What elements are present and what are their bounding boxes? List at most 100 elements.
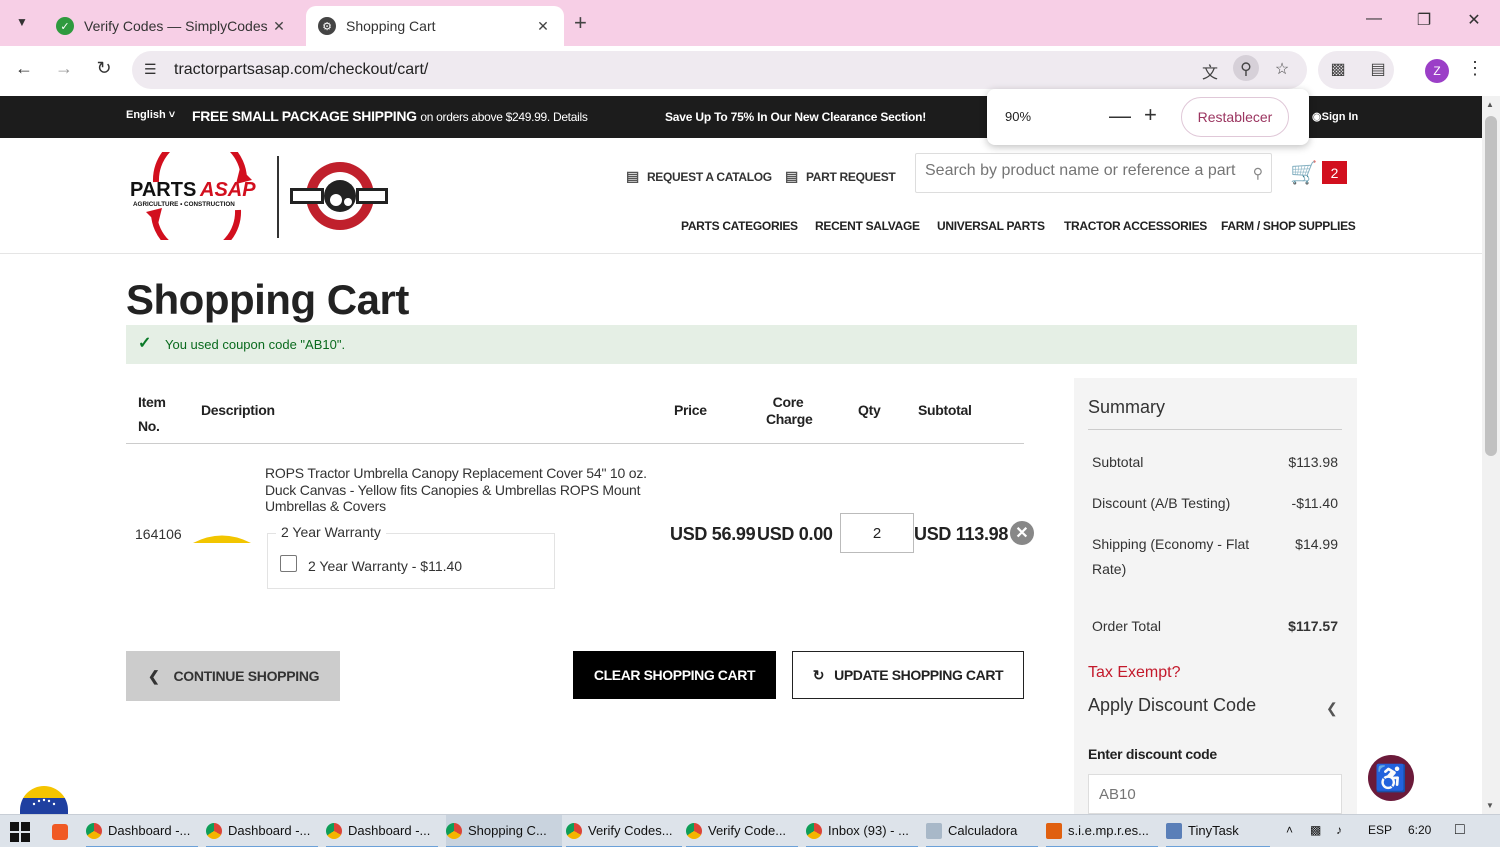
zoom-value: 90% [1005, 109, 1032, 124]
chrome-icon [686, 822, 702, 839]
coupon-success-message: ✓ You used coupon code "AB10". [126, 325, 1357, 364]
site-settings-icon[interactable]: ☰ [144, 61, 157, 78]
col-header-description: Description [201, 402, 275, 418]
nav-universal-parts[interactable]: UNIVERSAL PARTS [937, 219, 1045, 233]
catalog-icon: ▤ [626, 168, 639, 184]
scroll-up-icon[interactable]: ▲ [1486, 100, 1494, 109]
clear-cart-button[interactable]: CLEAR SHOPPING CART [573, 651, 776, 699]
bookmark-star-icon[interactable]: ☆ [1271, 59, 1293, 79]
sign-in-link[interactable]: ◉Sign In [1312, 110, 1358, 123]
part-request-link[interactable]: ▤ PART REQUEST [785, 168, 896, 185]
clock[interactable]: 6:20 [1408, 823, 1431, 837]
summary-shipping-label: Shipping (Economy - Flat Rate) [1092, 536, 1250, 577]
windows-start-icon[interactable] [10, 815, 30, 847]
site-header: PARTS ASAP AGRICULTURE • CONSTRUCTION ▤ R… [0, 138, 1482, 254]
page-scrollbar[interactable]: ▲ ▼ [1482, 96, 1500, 814]
refresh-icon: ↻ [812, 666, 825, 683]
tray-chevron-up-icon[interactable]: ˄ [1286, 823, 1293, 837]
apply-discount-toggle[interactable]: Apply Discount Code [1088, 695, 1256, 716]
logo-divider [277, 156, 279, 238]
clearance-promo[interactable]: Save Up To 75% In Our New Clearance Sect… [665, 110, 926, 124]
all-states-ag-parts-logo[interactable] [288, 158, 390, 234]
taskbar-item-siemp[interactable]: s.i.e.mp.r.es... [1046, 815, 1158, 847]
close-window-icon[interactable]: ✕ [1462, 10, 1486, 30]
minimize-icon[interactable]: — [1362, 10, 1386, 28]
tax-exempt-link[interactable]: Tax Exempt? [1088, 664, 1180, 682]
summary-order-total-value: $117.57 [1288, 618, 1338, 634]
browser-menu-icon[interactable]: ⋮ [1466, 58, 1484, 79]
network-icon[interactable]: ▩ [1310, 823, 1321, 837]
discount-code-input[interactable] [1088, 774, 1342, 814]
search-icon[interactable]: ⚲ [1253, 165, 1263, 182]
cart-icon[interactable]: 🛒 [1290, 160, 1317, 186]
reload-icon[interactable]: ↻ [92, 58, 116, 79]
nav-recent-salvage[interactable]: RECENT SALVAGE [815, 219, 920, 233]
tab-shopping-cart[interactable]: ⚙ Shopping Cart ✕ [306, 6, 564, 46]
brave-browser-icon[interactable] [52, 815, 74, 847]
chevron-left-icon[interactable]: ❮ [1326, 700, 1338, 717]
volume-icon[interactable]: ♪ [1336, 823, 1342, 837]
nav-parts-categories[interactable]: PARTS CATEGORIES [681, 219, 798, 233]
calculator-icon [926, 822, 942, 839]
chevron-down-icon: ▼ [16, 15, 28, 29]
col-header-qty: Qty [858, 402, 881, 418]
profile-avatar[interactable]: Z [1425, 59, 1449, 83]
taskbar-item-inbox[interactable]: Inbox (93) - ... [806, 815, 918, 847]
warranty-option-label[interactable]: 2 Year Warranty - $11.40 [308, 558, 462, 574]
scroll-down-icon[interactable]: ▼ [1486, 801, 1494, 810]
update-cart-button[interactable]: ↻ UPDATE SHOPPING CART [792, 651, 1024, 699]
chevron-left-icon: ❮ [148, 667, 160, 684]
user-icon: ◉ [1312, 111, 1322, 123]
restore-icon[interactable]: ❐ [1412, 10, 1436, 30]
forward-arrow-icon[interactable]: → [52, 58, 76, 79]
translate-icon[interactable]: 文 [1199, 59, 1221, 83]
taskbar-item-tinytask[interactable]: TinyTask [1166, 815, 1270, 847]
accessibility-icon[interactable]: ♿ [1368, 755, 1414, 801]
item-number: 164106 [135, 526, 182, 542]
product-thumbnail[interactable] [193, 532, 251, 544]
venezuela-flag-badge[interactable] [20, 786, 68, 816]
taskbar-item-dashboard-1[interactable]: Dashboard -... [86, 815, 198, 847]
close-tab-icon[interactable]: ✕ [270, 18, 288, 35]
language-selector[interactable]: English ˅ [126, 109, 175, 121]
omnibox[interactable]: ☰ tractorpartsasap.com/checkout/cart/ 文 … [132, 51, 1307, 89]
remove-item-icon[interactable]: ✕ [1010, 521, 1034, 545]
nav-farm-shop-supplies[interactable]: FARM / SHOP SUPPLIES [1221, 219, 1356, 233]
cart-count-badge[interactable]: 2 [1322, 161, 1347, 184]
taskbar-item-verify-codes-2[interactable]: Verify Code... [686, 815, 798, 847]
item-description[interactable]: ROPS Tractor Umbrella Canopy Replacement… [265, 465, 660, 515]
tab-verify-codes[interactable]: ✓ Verify Codes — SimplyCodes ✕ [44, 6, 300, 46]
taskbar-item-dashboard-3[interactable]: Dashboard -... [326, 815, 438, 847]
site-search-input[interactable] [925, 162, 1240, 180]
back-arrow-icon[interactable]: ← [12, 58, 36, 79]
close-tab-icon[interactable]: ✕ [534, 18, 552, 35]
taskbar-item-verify-codes-1[interactable]: Verify Codes... [566, 815, 682, 847]
new-tab-plus-icon[interactable]: + [574, 10, 587, 36]
url-text[interactable]: tractorpartsasap.com/checkout/cart/ [174, 61, 428, 79]
zoom-out-minus-icon[interactable]: — [1109, 103, 1131, 129]
zoom-magnifier-icon[interactable]: ⚲ [1235, 59, 1257, 79]
input-language[interactable]: ESP [1368, 823, 1392, 837]
nav-tractor-accessories[interactable]: TRACTOR ACCESSORIES [1064, 219, 1207, 233]
partsasap-logo[interactable]: PARTS ASAP AGRICULTURE • CONSTRUCTION [128, 152, 266, 240]
zoom-reset-button[interactable]: Restablecer [1181, 97, 1289, 137]
request-catalog-link[interactable]: ▤ REQUEST A CATALOG [626, 168, 772, 185]
notifications-icon[interactable]: □ [1455, 821, 1465, 839]
shipping-promo[interactable]: FREE SMALL PACKAGE SHIPPING on orders ab… [192, 108, 588, 124]
chrome-icon [806, 822, 822, 839]
document-icon: ▤ [785, 168, 798, 184]
taskbar-item-shopping-cart[interactable]: Shopping C... [446, 815, 562, 847]
zoom-in-plus-icon[interactable]: + [1144, 102, 1157, 128]
continue-shopping-button[interactable]: ❮ CONTINUE SHOPPING [126, 651, 340, 701]
quantity-input[interactable] [840, 513, 914, 553]
extension-puzzle-robot-icon[interactable]: ▩ [1327, 59, 1349, 79]
scrollbar-thumb[interactable] [1485, 116, 1497, 456]
discount-code-label: Enter discount code [1088, 746, 1217, 762]
taskbar-item-calculadora[interactable]: Calculadora [926, 815, 1038, 847]
col-header-core-charge: Core Charge [766, 394, 813, 427]
warranty-checkbox[interactable] [280, 555, 297, 572]
tab-search-button[interactable]: ▼ [8, 8, 36, 36]
tractorparts-favicon-icon: ⚙ [318, 17, 336, 35]
extensions-puzzle-icon[interactable]: ▤ [1367, 59, 1389, 79]
taskbar-item-dashboard-2[interactable]: Dashboard -... [206, 815, 318, 847]
